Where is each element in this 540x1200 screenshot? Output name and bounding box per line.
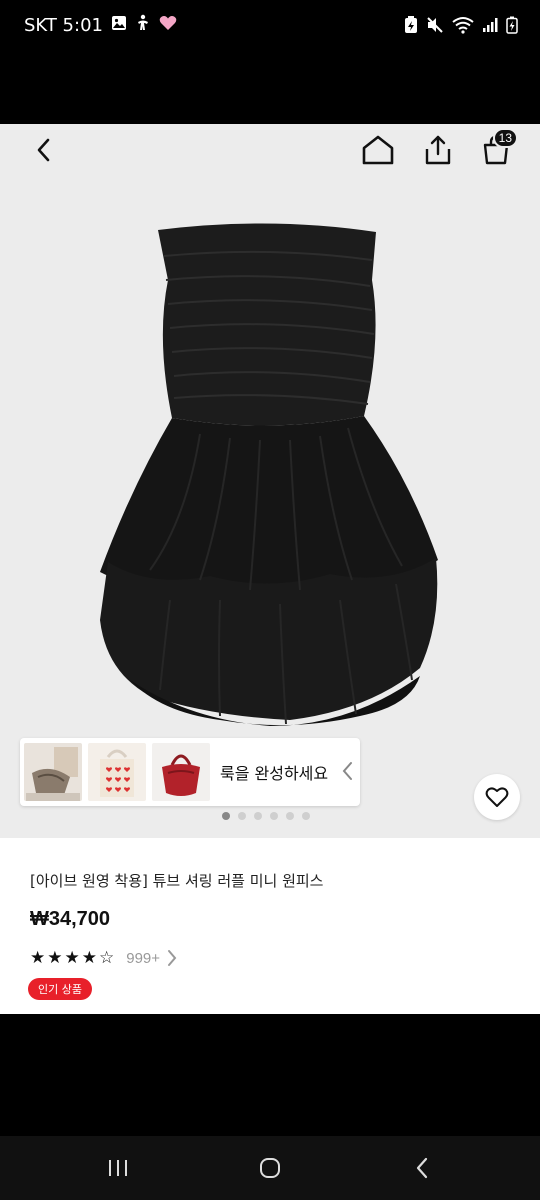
product-price: ₩34,700 <box>30 908 111 930</box>
back-nav-button[interactable] <box>402 1152 442 1184</box>
product-title: [아이브 원영 착용] 튜브 셔링 러플 미니 원피스 <box>30 872 324 890</box>
home-icon <box>362 135 394 165</box>
wifi-icon <box>452 16 474 38</box>
chevron-left-icon[interactable] <box>340 760 354 786</box>
back-nav-icon <box>416 1157 428 1179</box>
signal-icon <box>482 17 498 37</box>
battery-icon <box>506 16 518 38</box>
status-left: SKT 5:01 <box>24 14 177 37</box>
status-spacer <box>0 52 540 124</box>
pagination-dot[interactable] <box>238 812 246 820</box>
gallery-pagination <box>222 812 310 820</box>
top-nav: 13 <box>0 124 540 180</box>
accessibility-icon <box>135 14 151 37</box>
product-image-gallery[interactable]: 13 룩을 완성하세요 <box>0 124 540 838</box>
heart-outline-icon <box>485 787 509 807</box>
complete-look-label: 룩을 완성하세요 <box>220 764 329 783</box>
popular-badge: 인기 상품 <box>28 978 92 1000</box>
pagination-dot[interactable] <box>270 812 278 820</box>
mute-icon <box>426 16 444 38</box>
bag-thumbnail[interactable] <box>24 743 82 801</box>
share-icon <box>425 135 451 165</box>
home-circle-icon <box>260 1158 280 1178</box>
share-button[interactable] <box>418 130 458 170</box>
system-nav-bar <box>0 1136 540 1200</box>
gallery-icon <box>111 15 127 36</box>
status-time: SKT 5:01 <box>24 15 103 36</box>
chevron-right-icon[interactable] <box>166 948 178 968</box>
rating-row[interactable]: ★ ★ ★ ★ ☆ 999+ <box>30 948 178 968</box>
red-bag-thumbnail[interactable] <box>152 743 210 801</box>
star-filled-icon: ★ <box>81 947 97 968</box>
back-button[interactable] <box>24 130 64 170</box>
cart-count-badge: 13 <box>492 128 518 148</box>
pagination-dot[interactable] <box>302 812 310 820</box>
complete-look-card[interactable]: 룩을 완성하세요 <box>20 738 360 806</box>
home-nav-button[interactable] <box>250 1152 290 1184</box>
star-filled-icon: ★ <box>64 947 80 968</box>
star-filled-icon: ★ <box>47 947 63 968</box>
recent-apps-icon <box>109 1160 127 1176</box>
review-count[interactable]: 999+ <box>126 950 160 967</box>
cart-button[interactable]: 13 <box>476 128 518 170</box>
product-info: [아이브 원영 착용] 튜브 셔링 러플 미니 원피스 ₩34,700 ★ ★ … <box>0 838 540 1014</box>
battery-saver-icon <box>404 16 418 38</box>
recent-apps-button[interactable] <box>98 1152 138 1184</box>
pagination-dot[interactable] <box>254 812 262 820</box>
pagination-dot[interactable] <box>222 812 230 820</box>
wishlist-button[interactable] <box>474 774 520 820</box>
star-filled-icon: ★ <box>30 947 46 968</box>
back-icon <box>37 138 50 162</box>
status-bar: SKT 5:01 <box>0 0 540 52</box>
status-right <box>404 16 518 38</box>
heart-icon <box>159 15 177 36</box>
product-image <box>100 223 438 726</box>
star-empty-icon: ☆ <box>99 947 115 968</box>
heart-tote-thumbnail[interactable] <box>88 743 146 801</box>
home-button[interactable] <box>358 130 398 170</box>
pagination-dot[interactable] <box>286 812 294 820</box>
